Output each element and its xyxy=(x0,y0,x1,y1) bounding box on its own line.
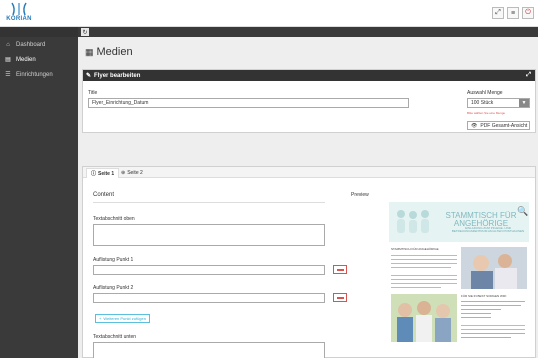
sidebar-item-label: Dashboard xyxy=(16,41,46,48)
minus-icon xyxy=(336,296,344,299)
preview-text-line xyxy=(391,275,457,276)
preview-text-line xyxy=(461,317,491,318)
bullet1-input[interactable] xyxy=(93,265,325,275)
media-icon: ▤ xyxy=(5,57,11,63)
preview-text-line xyxy=(391,287,441,288)
preview-banner: STAMMTISCH FÜR ANGEHÖRIGE EINLADUNG ZUM … xyxy=(389,202,529,242)
editor-panel: ⓘ Seite 1 ⊕ Seite 2 Content Preview Text… xyxy=(82,166,536,358)
tab-seite-1[interactable]: ⓘ Seite 1 xyxy=(86,168,120,178)
text-bottom-textarea[interactable] xyxy=(93,342,325,358)
tab-label: Seite 1 xyxy=(98,170,115,177)
flyer-preview: STAMMTISCH FÜR ANGEHÖRIGE EINLADUNG ZUM … xyxy=(387,200,529,353)
text-top-label: Textabschnitt oben xyxy=(93,216,135,222)
quantity-hint: Bitte wählen Sie eine Menge xyxy=(467,111,506,115)
korian-logo[interactable]: KORIAN xyxy=(4,2,34,25)
preview-banner-subtitle: EINLADUNG ZUM PFLEGE- UND BETREUUNGSZENT… xyxy=(451,226,525,233)
preview-text-line xyxy=(461,309,501,310)
page-title-text: Medien xyxy=(96,46,133,58)
flyer-panel-title: Flyer bearbeiten xyxy=(94,72,141,79)
preview-text-line xyxy=(461,329,525,330)
preview-text-line xyxy=(461,301,525,302)
preview-text-line xyxy=(461,325,525,326)
quantity-value: 100 Stück xyxy=(471,100,494,106)
flyer-panel: ✎ Flyer bearbeiten ⤢ Title Flyer_Einrich… xyxy=(82,69,536,133)
preview-text-line xyxy=(461,305,521,306)
pdf-overview-button[interactable]: 👁 PDF Gesamt-Ansicht xyxy=(467,121,530,130)
expand-panel-icon[interactable]: ⤢ xyxy=(526,72,531,79)
pencil-icon: ✎ xyxy=(86,73,92,79)
list-icon: ☰ xyxy=(5,72,11,78)
sidebar-item-label: Einrichtungen xyxy=(16,71,53,78)
preview-photo-seniors xyxy=(461,247,527,289)
remove-bullet1-button[interactable] xyxy=(333,265,347,274)
preview-text-line xyxy=(391,255,457,256)
title-label: Title xyxy=(88,90,98,96)
preview-text-line xyxy=(391,279,457,280)
text-top-textarea[interactable] xyxy=(93,224,325,246)
tab-seite-2[interactable]: ⊕ Seite 2 xyxy=(117,168,147,178)
chevron-down-icon: ▼ xyxy=(519,99,529,107)
tab-label: Seite 2 xyxy=(127,170,143,176)
sidebar-item-einrichtungen[interactable]: ☰ Einrichtungen xyxy=(0,67,78,82)
preview-text-line xyxy=(461,313,491,314)
preview-text-line xyxy=(461,337,511,338)
toolbar-strip: ↻ xyxy=(78,27,538,37)
top-bar: KORIAN ⤢ ≡ ⏻ xyxy=(0,0,538,27)
text-bottom-label: Textabschnitt unten xyxy=(93,334,137,340)
bullet2-label: Auflistung Punkt 2 xyxy=(93,285,134,291)
media-icon: ▦ xyxy=(85,46,94,57)
preview-section1-title: STAMMTISCH FÜR ANGEHÖRIGE xyxy=(391,247,439,251)
sidebar-spacer xyxy=(0,27,78,37)
logo-mark-icon xyxy=(11,2,27,16)
preview-text-line xyxy=(391,267,451,268)
preview-text-line xyxy=(391,283,457,284)
bullet2-input[interactable] xyxy=(93,293,325,303)
sidebar-item-label: Medien xyxy=(16,56,36,63)
content-divider xyxy=(93,202,325,203)
circle-info-icon: ⓘ xyxy=(91,171,97,177)
add-bullet-label: Weiteren Punkt zufügen xyxy=(103,316,146,321)
preview-photo-group xyxy=(391,294,457,342)
content-heading: Content xyxy=(93,192,115,198)
sidebar-item-dashboard[interactable]: ⌂ Dashboard xyxy=(0,37,78,52)
pdf-overview-label: PDF Gesamt-Ansicht xyxy=(480,122,528,129)
magnifier-icon[interactable]: 🔍 xyxy=(517,206,528,217)
sidebar: ⌂ Dashboard ▤ Medien ☰ Einrichtungen xyxy=(0,27,78,358)
quantity-select[interactable]: 100 Stück ▼ xyxy=(467,98,530,108)
remove-bullet2-button[interactable] xyxy=(333,293,347,302)
page-title: ▦ Medien xyxy=(85,46,133,58)
preview-text-line xyxy=(391,263,457,264)
preview-section2-title: FÜR SIE IN BEST SORGEN WIR: xyxy=(461,294,507,298)
quantity-label: Auswahl Menge xyxy=(467,90,503,96)
circle-plus-icon: ⊕ xyxy=(121,170,126,176)
menu-icon[interactable]: ≡ xyxy=(507,7,519,19)
plus-icon: + xyxy=(99,316,102,321)
add-bullet-button[interactable]: + Weiteren Punkt zufügen xyxy=(95,314,150,323)
logo-text: KORIAN xyxy=(6,16,32,22)
flyer-panel-header: ✎ Flyer bearbeiten ⤢ xyxy=(83,70,535,81)
preview-label: Preview xyxy=(351,192,369,198)
home-icon: ⌂ xyxy=(6,41,10,48)
refresh-icon[interactable]: ↻ xyxy=(81,28,89,36)
expand-icon[interactable]: ⤢ xyxy=(492,7,504,19)
bullet1-label: Auflistung Punkt 1 xyxy=(93,257,134,263)
sidebar-item-medien[interactable]: ▤ Medien xyxy=(0,52,78,67)
preview-text-line xyxy=(461,333,525,334)
logout-icon[interactable]: ⏻ xyxy=(522,7,534,19)
people-illustration xyxy=(397,210,429,233)
minus-icon xyxy=(336,268,344,271)
eye-icon: 👁 xyxy=(471,122,478,129)
tab-bar: ⓘ Seite 1 ⊕ Seite 2 xyxy=(83,167,535,178)
title-input[interactable]: Flyer_Einrichtung_Datum xyxy=(88,98,409,108)
preview-text-line xyxy=(391,259,457,260)
